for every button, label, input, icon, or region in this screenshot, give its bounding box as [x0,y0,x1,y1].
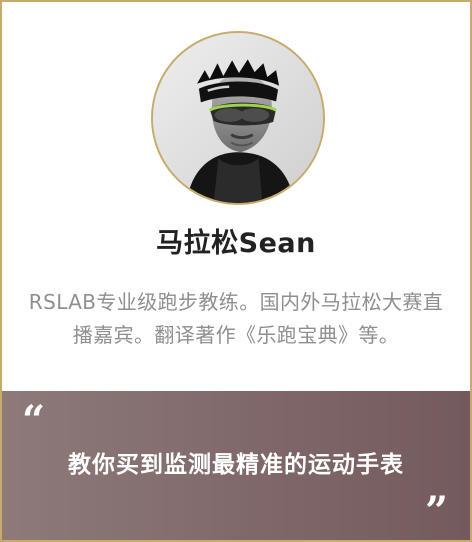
avatar [151,31,325,205]
profile-bio: RSLAB专业级跑步教练。国内外马拉松大赛直播嘉宾。翻译著作《乐跑宝典》等。 [28,290,444,347]
promo-tagline: 教你买到监测最精准的运动手表 [68,452,404,478]
open-quote-icon: “ [22,397,46,444]
profile-name: 马拉松Sean [156,228,316,259]
close-quote-icon: ” [424,488,448,535]
promo-banner: “ 教你买到监测最精准的运动手表 ” [2,391,470,540]
avatar-image [153,33,323,203]
profile-card: 马拉松Sean RSLAB专业级跑步教练。国内外马拉松大赛直播嘉宾。翻译著作《乐… [0,0,472,542]
